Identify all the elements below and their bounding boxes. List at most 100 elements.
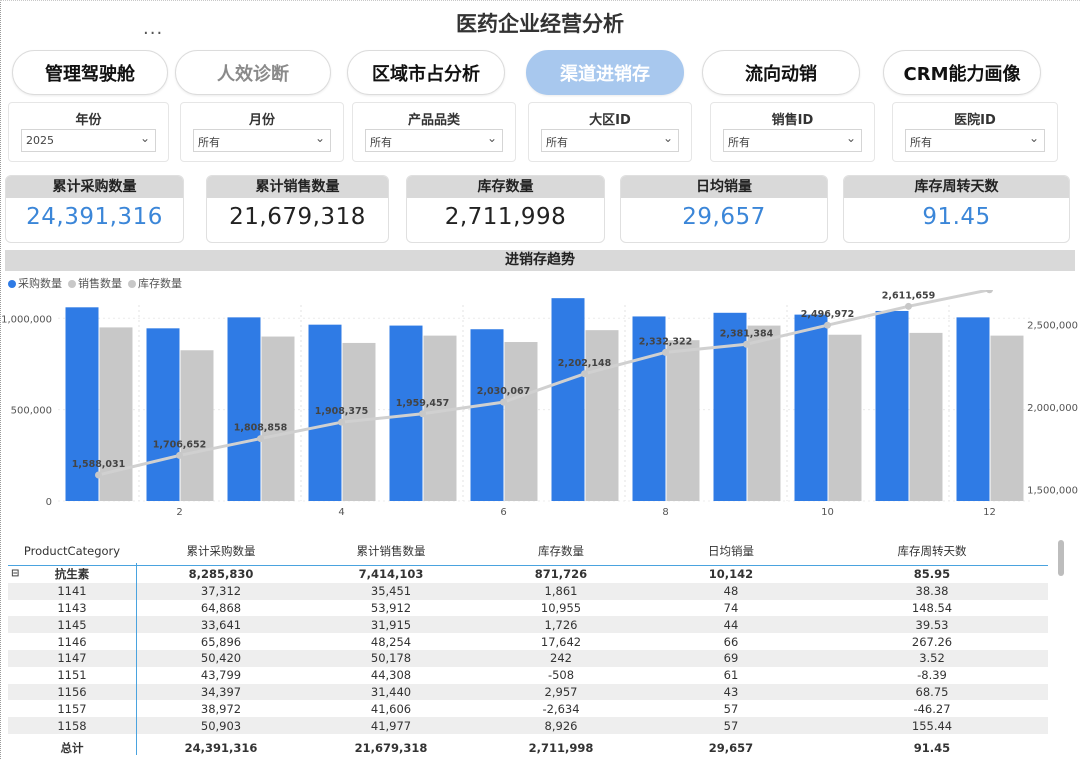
table-row[interactable]: 1145 33,641 31,915 1,726 44 39.53 — [8, 616, 1048, 634]
filter-region: 大区ID 所有 ⌄ — [528, 102, 692, 162]
dropdown-value: 所有 — [728, 136, 750, 149]
table-cell: 35,451 — [306, 582, 476, 600]
table-cell: 10,142 — [646, 564, 816, 583]
chart-section-title: 进销存趋势 — [5, 250, 1075, 271]
nav-button-efficiency-diagnosis[interactable]: 人效诊断 — [175, 50, 331, 95]
legend-label: 采购数量 — [18, 277, 62, 290]
bar-purchase — [470, 329, 504, 501]
table-cell: 1156 — [8, 683, 136, 701]
nav-button-crm-profile[interactable]: CRM能力画像 — [883, 50, 1041, 95]
table-cell: 41,977 — [306, 717, 476, 734]
dropdown-value: 所有 — [546, 136, 568, 149]
filter-label: 医院ID — [954, 113, 996, 128]
kpi-value: 24,391,316 — [26, 204, 163, 230]
inventory-point — [257, 435, 264, 443]
sales-dropdown[interactable]: 所有 ⌄ — [723, 129, 862, 152]
table-cell: 1145 — [8, 616, 136, 634]
table-row[interactable]: 1151 43,799 44,308 -508 61 -8.39 — [8, 667, 1048, 684]
table-cell: 31,915 — [306, 616, 476, 634]
table-cell: 85.95 — [816, 564, 1048, 583]
inventory-point — [905, 302, 912, 310]
collapse-icon[interactable]: ⊟ — [11, 568, 19, 579]
legend-dot — [128, 280, 136, 288]
inventory-data-label: 1,588,031 — [72, 459, 126, 470]
kpi-value: 2,711,998 — [444, 204, 567, 230]
nav-button-management-cockpit[interactable]: 管理驾驶舱 — [12, 50, 168, 95]
table-group-row[interactable]: ⊟ 抗生素 8,285,830 7,414,103 871,726 10,142 … — [8, 564, 1048, 583]
bar-purchase — [227, 317, 261, 501]
category-label: 抗生素 — [54, 567, 90, 582]
table-cell: 242 — [476, 649, 646, 667]
year-dropdown[interactable]: 2025 ⌄ — [21, 129, 156, 152]
table-cell: 7,414,103 — [306, 564, 476, 583]
inventory-point — [176, 451, 183, 459]
legend-item[interactable]: 库存数量 — [128, 275, 182, 291]
legend-item[interactable]: 采购数量 — [8, 275, 62, 291]
chevron-down-icon: ⌄ — [486, 131, 497, 145]
column-header[interactable]: 累计采购数量 — [136, 536, 306, 566]
inventory-point — [500, 398, 507, 406]
nav-button-regional-share[interactable]: 区域市占分析 — [347, 50, 505, 95]
inventory-data-label: 2,030,067 — [477, 386, 531, 397]
table-cell: 48 — [646, 582, 816, 600]
hospital-dropdown[interactable]: 所有 ⌄ — [905, 129, 1045, 152]
bar-sales — [423, 335, 457, 501]
table-total-row: 总计 24,391,316 21,679,318 2,711,998 29,65… — [8, 740, 1048, 756]
bar-purchase — [551, 298, 585, 501]
bar-sales — [990, 335, 1024, 501]
column-header[interactable]: 累计销售数量 — [306, 536, 476, 566]
kpi-label: 累计采购数量 — [6, 176, 183, 198]
filter-month: 月份 所有 ⌄ — [180, 102, 344, 162]
inventory-point — [662, 348, 669, 356]
region-dropdown[interactable]: 所有 ⌄ — [541, 129, 679, 152]
table-cell: 50,178 — [306, 649, 476, 667]
month-dropdown[interactable]: 所有 ⌄ — [193, 129, 331, 152]
table-row[interactable]: 1146 65,896 48,254 17,642 66 267.26 — [8, 633, 1048, 650]
table-scrollbar[interactable] — [1058, 540, 1064, 576]
table-cell: 50,420 — [136, 649, 306, 667]
nav-button-channel-inventory[interactable]: 渠道进销存 — [526, 50, 684, 95]
inventory-data-label: 1,808,858 — [234, 423, 288, 434]
table-cell: 38.38 — [816, 582, 1048, 600]
table-cell: 1146 — [57, 634, 87, 649]
kpi-card-turnover-days: 库存周转天数 91.45 — [843, 175, 1070, 243]
table-cell: ⊟ 抗生素 — [8, 564, 136, 583]
table-cell: 17,642 — [540, 634, 582, 649]
dropdown-value: 2025 — [26, 134, 54, 147]
inventory-point — [419, 410, 426, 418]
bar-sales — [585, 330, 619, 501]
table-cell: 2,957 — [476, 683, 646, 701]
dropdown-value: 所有 — [910, 136, 932, 149]
inventory-data-label: 2,496,972 — [801, 309, 855, 320]
bar-sales — [828, 334, 862, 501]
legend-item[interactable]: 销售数量 — [68, 275, 122, 291]
table-cell: 1151 — [57, 668, 87, 683]
x-axis-tick-label: 4 — [338, 507, 344, 518]
column-header[interactable]: 库存周转天数 — [816, 536, 1048, 566]
filter-hospital: 医院ID 所有 ⌄ — [892, 102, 1058, 162]
table-cell: 43,799 — [200, 668, 242, 683]
table-row[interactable]: 1147 50,420 50,178 242 69 3.52 — [8, 649, 1048, 667]
y-axis-tick-label: 500,000 — [11, 406, 52, 417]
table-row[interactable]: 1141 37,312 35,451 1,861 48 38.38 — [8, 582, 1048, 600]
table-cell: 8,285,830 — [136, 564, 306, 583]
table-row[interactable]: 1158 50,903 41,977 8,926 57 155.44 — [8, 717, 1048, 734]
bar-purchase — [875, 310, 909, 501]
column-header[interactable]: 库存数量 — [476, 536, 646, 566]
column-header[interactable]: 日均销量 — [646, 536, 816, 566]
table-cell: 1,726 — [476, 616, 646, 634]
nav-button-flow-sales[interactable]: 流向动销 — [702, 50, 860, 95]
inventory-point — [338, 418, 345, 426]
table-cell: 3.52 — [816, 649, 1048, 667]
product-category-dropdown[interactable]: 所有 ⌄ — [365, 129, 503, 152]
table-cell: 38,972 — [200, 701, 242, 716]
table-cell: 1143 — [57, 600, 87, 615]
legend-dot — [8, 280, 16, 288]
table-row[interactable]: 1157 38,972 41,606 -2,634 57 -46.27 — [8, 700, 1048, 717]
total-cell: 24,391,316 — [184, 741, 258, 755]
table-cell: 871,726 — [476, 564, 646, 583]
column-header[interactable]: ProductCategory — [8, 536, 136, 566]
bar-sales — [180, 350, 214, 501]
table-row[interactable]: 1143 64,868 53,912 10,955 74 148.54 — [8, 600, 1048, 617]
table-row[interactable]: 1156 34,397 31,440 2,957 43 68.75 — [8, 683, 1048, 701]
